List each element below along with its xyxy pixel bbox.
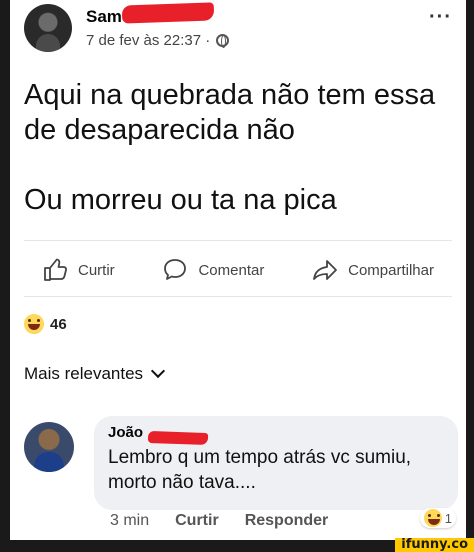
commenter-avatar[interactable] (24, 422, 74, 472)
thumbs-up-icon (44, 258, 67, 281)
author-name[interactable]: Sam (86, 7, 122, 27)
haha-emoji-icon (423, 509, 442, 527)
post-actions: Curtir Comentar Compartilhar (24, 250, 452, 290)
post-card: Sam 7 de fev às 22:37 · ··· Aqui na queb… (10, 0, 466, 540)
divider (24, 296, 452, 297)
comment-bubble: João Lembro q um tempo atrás vc sumiu, m… (94, 416, 458, 510)
redaction-mark (147, 430, 209, 446)
like-label: Curtir (78, 261, 115, 279)
comment-actions: 3 min Curtir Responder (110, 512, 328, 530)
reaction-count: 46 (50, 315, 67, 333)
post-text-line-2: Ou morreu ou ta na pica (24, 184, 337, 216)
share-label: Compartilhar (348, 261, 434, 279)
comment-text: Lembro q um tempo atrás vc sumiu, morto … (108, 447, 412, 493)
comment-like-button[interactable]: Curtir (175, 512, 219, 530)
comment-reaction-badge[interactable]: 1 (419, 508, 456, 528)
watermark: ifunny.co (395, 538, 474, 552)
post-meta: 7 de fev às 22:37 · (86, 32, 230, 49)
comment-time[interactable]: 3 min (110, 512, 149, 530)
more-options-icon[interactable]: ··· (429, 6, 452, 29)
comment-reaction-count: 1 (444, 510, 452, 526)
comment-reply-button[interactable]: Responder (245, 512, 329, 530)
comments-sort-dropdown[interactable]: Mais relevantes (24, 363, 166, 384)
comments-sort-label: Mais relevantes (24, 364, 144, 383)
post-header: Sam 7 de fev às 22:37 · ··· (24, 4, 456, 56)
share-arrow-icon (313, 260, 338, 280)
left-border (0, 0, 10, 552)
globe-icon (216, 34, 230, 48)
post-text-line-1: Aqui na quebrada não tem essa de desapar… (24, 79, 436, 146)
speech-bubble-icon (164, 259, 187, 280)
reactions-summary[interactable]: 46 (24, 314, 67, 334)
divider (24, 240, 452, 241)
share-button[interactable]: Compartilhar (294, 257, 452, 283)
post-body: Aqui na quebrada não tem essa de desapar… (24, 78, 464, 253)
post-timestamp[interactable]: 7 de fev às 22:37 · (86, 32, 210, 49)
author-avatar[interactable] (24, 4, 72, 52)
chevron-down-icon (150, 363, 166, 379)
haha-emoji-icon (24, 314, 44, 334)
redaction-mark (121, 2, 215, 24)
comment-button[interactable]: Comentar (144, 257, 282, 283)
comment-label: Comentar (198, 261, 265, 279)
like-button[interactable]: Curtir (24, 257, 133, 283)
